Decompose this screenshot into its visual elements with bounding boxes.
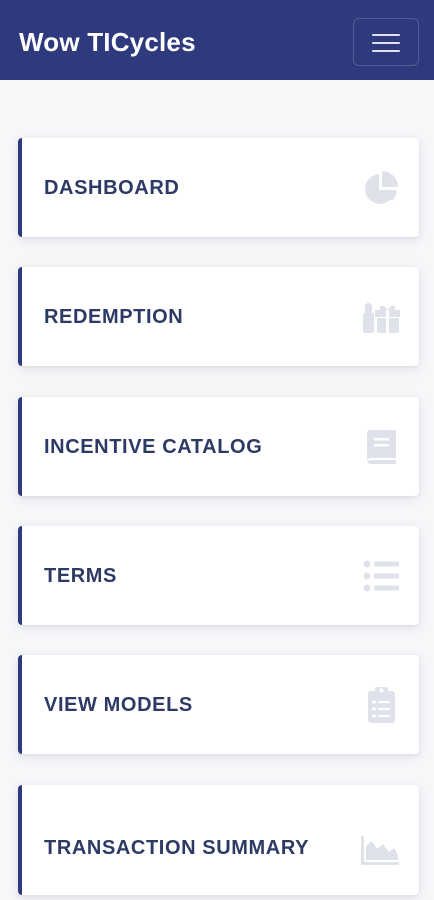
- brand-title[interactable]: Wow TICycles: [19, 25, 196, 59]
- clipboard-list-icon: [361, 685, 401, 725]
- pie-chart-icon: [361, 168, 401, 208]
- menu-card-label: INCENTIVE CATALOG: [44, 435, 263, 458]
- menu-card-label: VIEW MODELS: [44, 693, 193, 716]
- menu-card-label: DASHBOARD: [44, 176, 180, 199]
- menu-card-dashboard[interactable]: DASHBOARD: [18, 138, 419, 237]
- menu-card-label: TRANSACTION SUMMARY: [44, 837, 310, 859]
- menu-card-incentive-catalog[interactable]: INCENTIVE CATALOG: [18, 397, 419, 496]
- list-icon: [361, 556, 401, 596]
- hamburger-icon: [372, 50, 400, 52]
- menu-toggle-button[interactable]: [353, 18, 419, 66]
- menu-card-label: REDEMPTION: [44, 305, 184, 328]
- gift-icon: [361, 297, 401, 337]
- menu-card-terms[interactable]: TERMS: [18, 526, 419, 625]
- area-chart-icon: [361, 828, 401, 868]
- menu-card-view-models[interactable]: VIEW MODELS: [18, 655, 419, 754]
- hamburger-icon: [372, 42, 400, 44]
- menu-card-transaction-summary[interactable]: TRANSACTION SUMMARY: [18, 785, 419, 895]
- book-icon: [361, 427, 401, 467]
- top-navbar: Wow TICycles: [0, 0, 434, 80]
- menu-card-redemption[interactable]: REDEMPTION: [18, 267, 419, 366]
- hamburger-icon: [372, 34, 400, 36]
- menu-card-label: TERMS: [44, 564, 117, 587]
